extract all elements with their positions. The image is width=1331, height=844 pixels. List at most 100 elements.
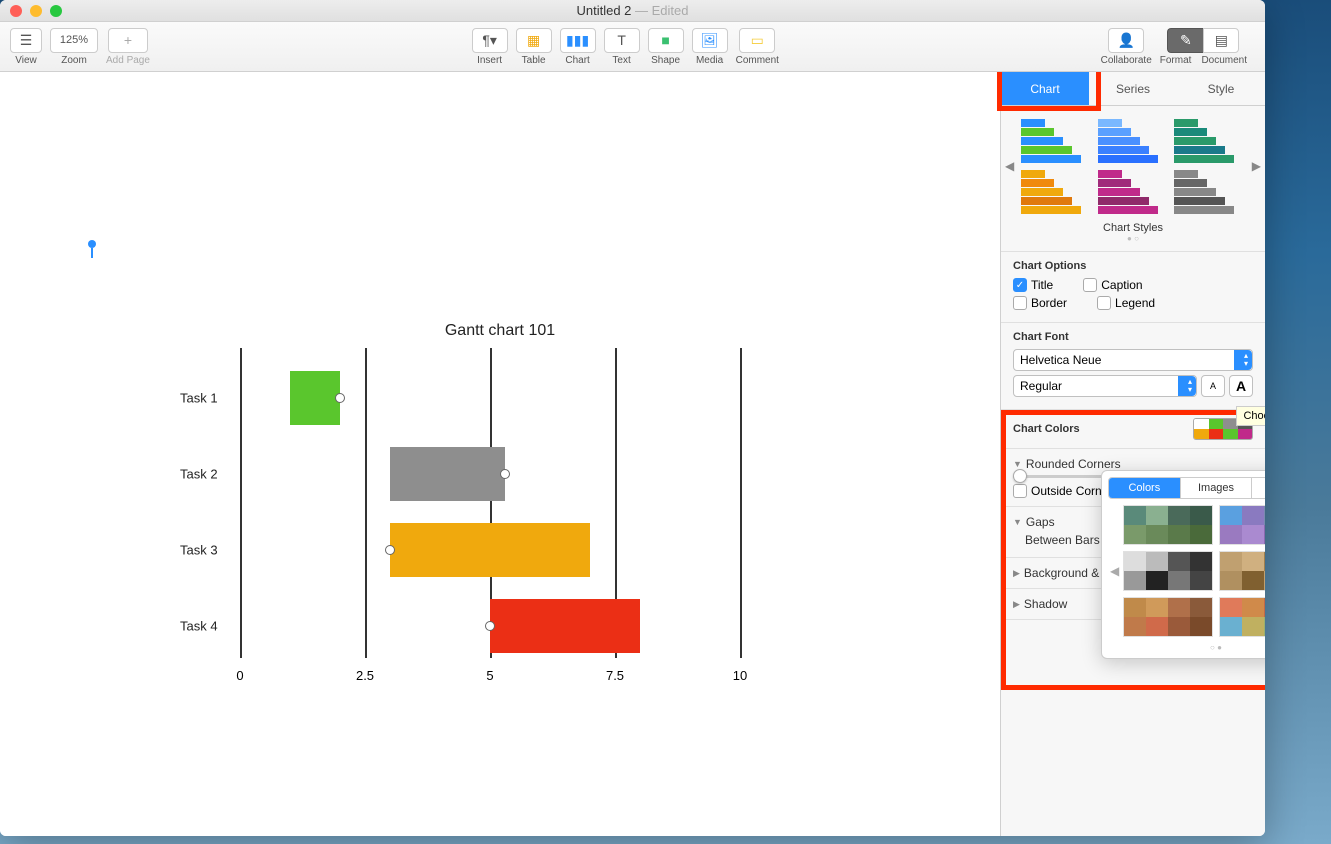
text-group: T Text (604, 28, 640, 66)
document-button[interactable]: ▤ (1203, 28, 1239, 53)
rounded-disclosure[interactable]: ▼Rounded Corners (1013, 457, 1253, 471)
toolbar: ☰ View 125% Zoom + Add Page ¶▾ Insert ▦ … (0, 22, 1265, 72)
styles-pager: ● ○ (1001, 234, 1265, 243)
border-checkbox[interactable]: Border (1013, 296, 1067, 310)
task-label: Task 3 (180, 543, 218, 558)
chart-options-heading: Chart Options (1013, 260, 1253, 272)
caption-checkbox[interactable]: Caption (1083, 278, 1142, 292)
color-popover: Colors Images Textures ◀ (1101, 470, 1265, 659)
insert-button[interactable]: ¶▾ (472, 28, 508, 53)
bar[interactable] (290, 371, 340, 425)
font-family-select[interactable]: Helvetica Neue▴▾ (1013, 349, 1253, 371)
shape-group: ■ Shape (648, 28, 684, 66)
bar[interactable] (390, 447, 505, 501)
popover-tab-images[interactable]: Images (1181, 478, 1253, 498)
style-thumb-1[interactable] (1021, 118, 1081, 163)
comment-icon: ▭ (751, 32, 764, 49)
style-thumb-2[interactable] (1098, 118, 1158, 163)
doc-name: Untitled 2 (576, 3, 631, 18)
close-window-button[interactable] (10, 5, 22, 17)
font-style-select[interactable]: Regular▴▾ (1013, 375, 1197, 397)
style-thumb-6[interactable] (1174, 169, 1234, 214)
window-title: Untitled 2 — Edited (576, 3, 688, 18)
x-tick-label: 5 (486, 668, 493, 683)
chart-label: Chart (565, 55, 589, 66)
paintbrush-icon: ✎ (1180, 32, 1192, 49)
title-checkbox[interactable]: ✓Title (1013, 278, 1053, 292)
bar-handle-icon[interactable] (485, 621, 495, 631)
table-button[interactable]: ▦ (516, 28, 552, 53)
tab-series[interactable]: Series (1089, 72, 1177, 106)
zoom-group: 125% Zoom (50, 28, 98, 66)
minimize-window-button[interactable] (30, 5, 42, 17)
bar-handle-icon[interactable] (385, 545, 395, 555)
insert-group: ¶▾ Insert (472, 28, 508, 66)
bar[interactable] (490, 599, 640, 653)
collaborate-button[interactable]: 👤 (1108, 28, 1144, 53)
comment-group: ▭ Comment (736, 28, 779, 66)
chart-title: Gantt chart 101 (180, 322, 820, 340)
document-label: Document (1201, 55, 1247, 66)
palette-prev-button[interactable]: ◀ (1108, 564, 1121, 578)
main-area: Gantt chart 101 02.557.510Task 1Task 2Ta… (0, 72, 1265, 836)
text-button[interactable]: T (604, 28, 640, 53)
tab-chart[interactable]: Chart (1001, 72, 1089, 106)
square-icon: ■ (661, 32, 669, 48)
palette-5[interactable] (1123, 597, 1213, 637)
zoom-select[interactable]: 125% (50, 28, 98, 53)
pilcrow-icon: ¶▾ (482, 32, 497, 49)
chart-colors-wrap: Chart Colors Choose a differe Colors Ima… (1001, 410, 1265, 558)
gridline (365, 348, 367, 658)
bar-handle-icon[interactable] (500, 469, 510, 479)
tooltip: Choose a differe (1236, 406, 1265, 426)
comment-label: Comment (736, 55, 779, 66)
task-label: Task 2 (180, 467, 218, 482)
comment-button[interactable]: ▭ (739, 28, 775, 53)
chart-colors-section: Chart Colors Choose a differe Colors Ima… (1001, 410, 1265, 449)
inspector-tabs: Chart Series Style (1001, 72, 1265, 106)
traffic-lights (0, 5, 62, 17)
chart-font-heading: Chart Font (1013, 331, 1253, 343)
palette-1[interactable] (1123, 505, 1213, 545)
maximize-window-button[interactable] (50, 5, 62, 17)
view-group: ☰ View (10, 28, 42, 66)
popover-tab-textures[interactable]: Textures (1252, 478, 1265, 498)
shape-button[interactable]: ■ (648, 28, 684, 53)
toolbar-right: ✎ ▤ FormatDocument (1160, 28, 1255, 66)
view-button[interactable]: ☰ (10, 28, 42, 53)
popover-tabs: Colors Images Textures (1108, 477, 1265, 499)
chart-button[interactable]: ▮▮▮ (560, 28, 596, 53)
format-inspector: Chart Series Style ◀ ▶ (1000, 72, 1265, 836)
palette-3[interactable] (1123, 551, 1213, 591)
palette-6[interactable] (1219, 597, 1265, 637)
media-button[interactable]: 🖼 (692, 28, 728, 53)
view-icon: ☰ (20, 32, 33, 49)
style-thumb-5[interactable] (1098, 169, 1158, 214)
style-thumb-3[interactable] (1174, 118, 1234, 163)
format-button[interactable]: ✎ (1167, 28, 1203, 53)
palette-4[interactable] (1219, 551, 1265, 591)
font-smaller-button[interactable]: A (1201, 375, 1225, 397)
bar-handle-icon[interactable] (335, 393, 345, 403)
x-tick-label: 0 (236, 668, 243, 683)
tab-style[interactable]: Style (1177, 72, 1265, 106)
table-icon: ▦ (527, 32, 540, 49)
bar[interactable] (390, 523, 590, 577)
document-canvas[interactable]: Gantt chart 101 02.557.510Task 1Task 2Ta… (0, 72, 1000, 836)
palette-2[interactable] (1219, 505, 1265, 545)
x-tick-label: 7.5 (606, 668, 624, 683)
gantt-chart[interactable]: Gantt chart 101 02.557.510Task 1Task 2Ta… (180, 322, 820, 688)
palette-pager: ○ ● (1108, 643, 1265, 652)
add-page-button[interactable]: + (108, 28, 148, 53)
x-tick-label: 2.5 (356, 668, 374, 683)
media-group: 🖼 Media (692, 28, 728, 66)
table-label: Table (522, 55, 546, 66)
popover-tab-colors[interactable]: Colors (1109, 478, 1181, 498)
zoom-label: Zoom (61, 55, 87, 66)
collaborate-group: 👤 Collaborate (1101, 28, 1152, 66)
insert-label: Insert (477, 55, 502, 66)
style-thumb-4[interactable] (1021, 169, 1081, 214)
font-larger-button[interactable]: A (1229, 375, 1253, 397)
legend-checkbox[interactable]: Legend (1097, 296, 1155, 310)
chart-styles-label: Chart Styles (1001, 222, 1265, 234)
